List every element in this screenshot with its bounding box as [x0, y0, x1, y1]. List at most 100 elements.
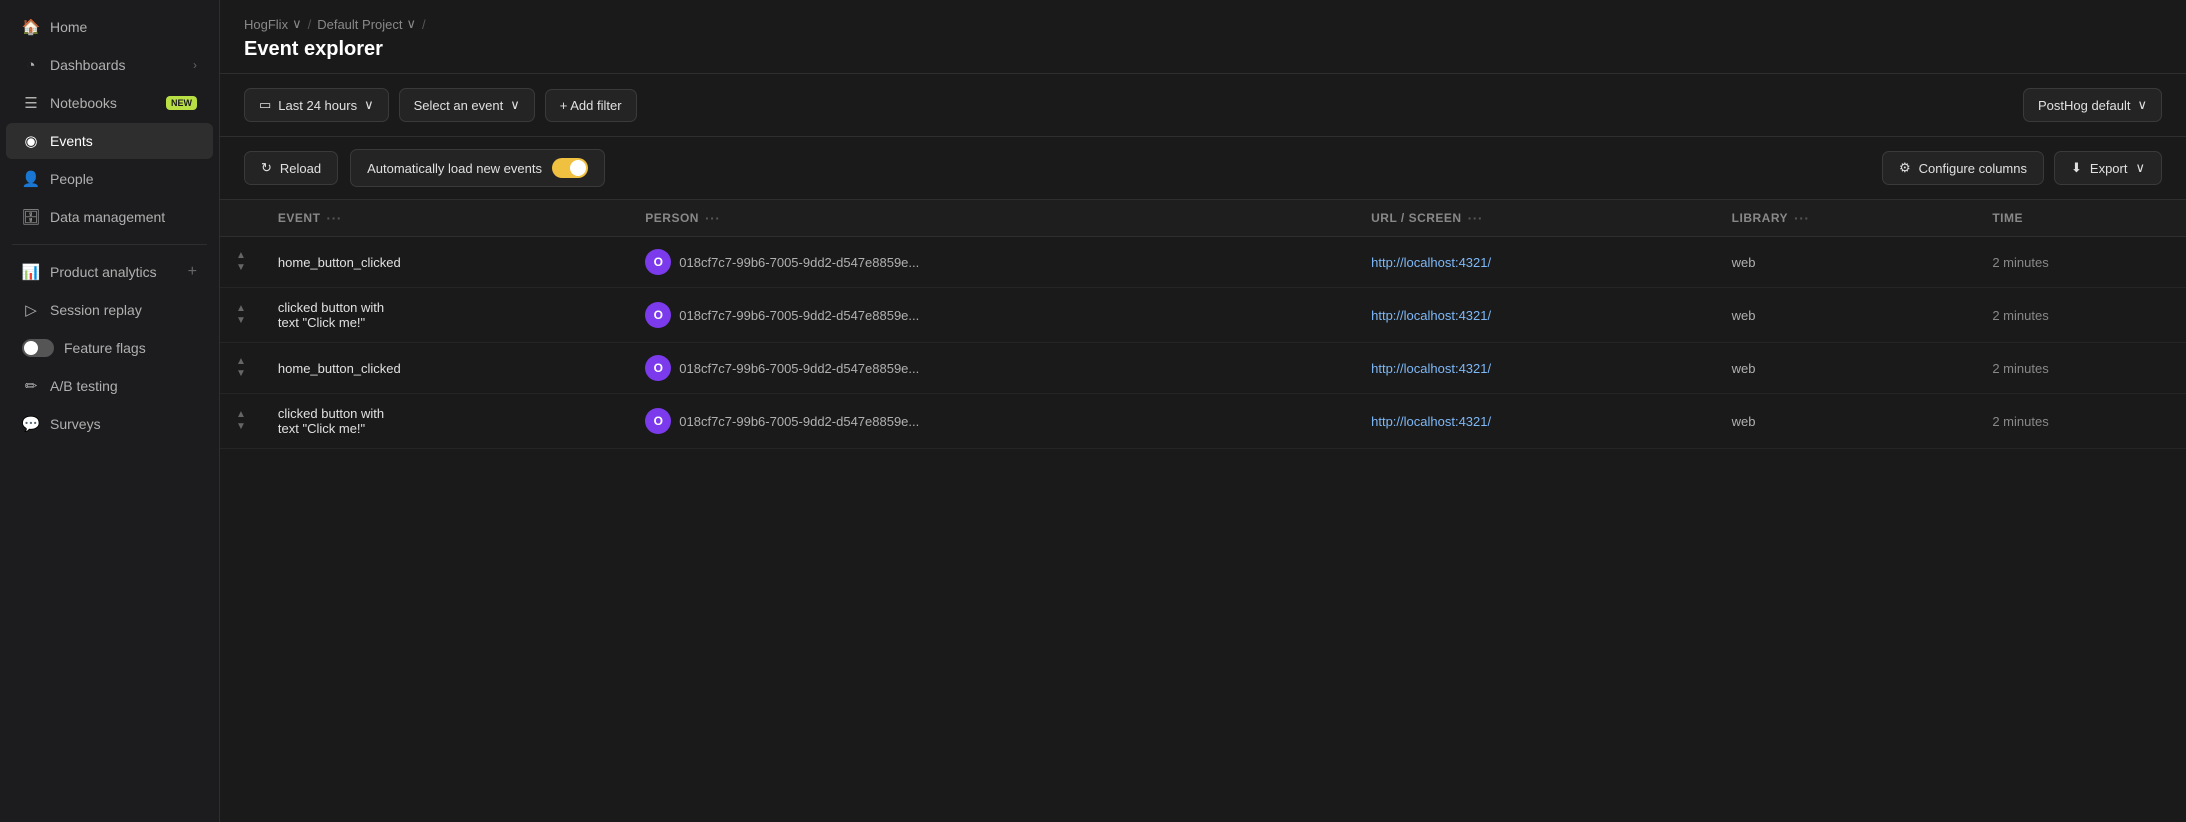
sidebar-item-people[interactable]: 👤 People	[6, 161, 213, 197]
breadcrumb: HogFlix ∨ / Default Project ∨ /	[244, 16, 2162, 32]
sidebar-item-session-replay[interactable]: ▷ Session replay	[6, 292, 213, 328]
person-cell: O018cf7c7-99b6-7005-9dd2-d547e8859e...	[629, 343, 1355, 394]
sidebar-divider	[12, 244, 207, 245]
person-col-options[interactable]: ···	[705, 210, 721, 226]
th-event-label: EVENT	[278, 211, 321, 225]
event-col-options[interactable]: ···	[326, 210, 342, 226]
expand-button[interactable]: ▲▼	[236, 251, 246, 273]
avatar: O	[645, 302, 671, 328]
event-select-button[interactable]: Select an event ∨	[399, 88, 535, 122]
add-icon[interactable]: +	[188, 263, 197, 281]
chevron-down-icon: ∨	[292, 16, 302, 32]
people-icon: 👤	[22, 170, 40, 188]
sidebar-item-data-management[interactable]: 🗄 Data management	[6, 199, 213, 235]
breadcrumb-hogflix[interactable]: HogFlix ∨	[244, 16, 302, 32]
toolbar2-right: ⚙ Configure columns ⬇ Export ∨	[1882, 151, 2162, 185]
library-col-options[interactable]: ···	[1794, 210, 1810, 226]
event-name: home_button_clicked	[278, 361, 401, 376]
time-value: 2 minutes	[1992, 308, 2048, 323]
posthog-default-label: PostHog default	[2038, 98, 2131, 113]
breadcrumb-separator: /	[422, 17, 426, 32]
time-cell: 2 minutes	[1976, 343, 2186, 394]
sidebar-item-home[interactable]: 🏠 Home	[6, 9, 213, 45]
sidebar-item-product-analytics[interactable]: 📊 Product analytics +	[6, 254, 213, 290]
table-row[interactable]: ▲▼ home_button_clicked O018cf7c7-99b6-7005…	[220, 343, 2186, 394]
event-name: clicked button withtext "Click me!"	[278, 300, 384, 330]
time-cell: 2 minutes	[1976, 394, 2186, 449]
auto-load-container: Automatically load new events	[350, 149, 605, 187]
avatar: O	[645, 408, 671, 434]
add-filter-button[interactable]: + Add filter	[545, 89, 637, 122]
url-cell: http://localhost:4321/	[1355, 237, 1716, 288]
url-cell: http://localhost:4321/	[1355, 343, 1716, 394]
sidebar-item-label: Events	[50, 133, 197, 149]
table-row[interactable]: ▲▼ clicked button withtext "Click me!" O 01…	[220, 394, 2186, 449]
events-table-container[interactable]: EVENT ··· PERSON ··· URL / SCREEN	[220, 200, 2186, 822]
configure-columns-label: Configure columns	[1919, 161, 2027, 176]
toolbar-actions: ↻ Reload Automatically load new events ⚙…	[220, 137, 2186, 200]
th-time: TIME	[1976, 200, 2186, 237]
th-expand	[220, 200, 262, 237]
chevron-down-icon: ∨	[406, 16, 416, 32]
sidebar: 🏠 Home ◔ Dashboards › ☰ Notebooks NEW ◉ …	[0, 0, 220, 822]
library-value: web	[1732, 255, 1756, 270]
library-value: web	[1732, 361, 1756, 376]
sidebar-item-feature-flags[interactable]: Feature flags	[6, 330, 213, 366]
person-id: 018cf7c7-99b6-7005-9dd2-d547e8859e...	[679, 414, 919, 429]
chevron-down-icon: ›	[193, 58, 197, 72]
row-expand-cell: ▲▼	[220, 288, 262, 343]
avatar: O	[645, 249, 671, 275]
configure-columns-button[interactable]: ⚙ Configure columns	[1882, 151, 2044, 185]
export-label: Export	[2090, 161, 2128, 176]
events-icon: ◉	[22, 132, 40, 150]
breadcrumb-separator: /	[308, 17, 312, 32]
library-value: web	[1732, 414, 1756, 429]
sidebar-item-dashboards[interactable]: ◔ Dashboards ›	[6, 47, 213, 83]
breadcrumb-label: HogFlix	[244, 17, 288, 32]
time-filter-button[interactable]: ▭ Last 24 hours ∨	[244, 88, 389, 122]
th-url: URL / SCREEN ···	[1355, 200, 1716, 237]
time-value: 2 minutes	[1992, 255, 2048, 270]
time-cell: 2 minutes	[1976, 288, 2186, 343]
th-library-label: LIBRARY	[1732, 211, 1788, 225]
time-value: 2 minutes	[1992, 414, 2048, 429]
toolbar-right: PostHog default ∨	[2023, 88, 2162, 122]
sidebar-item-label: Dashboards	[50, 57, 183, 73]
reload-button[interactable]: ↻ Reload	[244, 151, 338, 185]
table-row[interactable]: ▲▼clicked button withtext "Click me!"O01…	[220, 288, 2186, 343]
url-value: http://localhost:4321/	[1371, 361, 1491, 376]
export-button[interactable]: ⬇ Export ∨	[2054, 151, 2162, 185]
avatar: O	[645, 355, 671, 381]
configure-icon: ⚙	[1899, 160, 1911, 176]
table-row[interactable]: ▲▼home_button_clickedO018cf7c7-99b6-7005…	[220, 237, 2186, 288]
sidebar-item-ab-testing[interactable]: ✏ A/B testing	[6, 368, 213, 404]
expand-button[interactable]: ▲▼	[236, 357, 246, 379]
table-header-row: EVENT ··· PERSON ··· URL / SCREEN	[220, 200, 2186, 237]
calendar-icon: ▭	[259, 97, 271, 113]
export-icon: ⬇	[2071, 160, 2082, 176]
url-cell: http://localhost:4321/	[1355, 394, 1716, 449]
time-filter-label: Last 24 hours	[278, 98, 357, 113]
breadcrumb-project[interactable]: Default Project ∨	[317, 16, 416, 32]
posthog-default-button[interactable]: PostHog default ∨	[2023, 88, 2162, 122]
expand-button[interactable]: ▲▼	[236, 304, 246, 326]
event-cell: home_button_clicked	[262, 343, 629, 394]
sidebar-item-label: Session replay	[50, 302, 197, 318]
dashboards-icon: ◔	[22, 56, 40, 74]
event-name: clicked button withtext "Click me!"	[278, 406, 384, 436]
url-value: http://localhost:4321/	[1371, 308, 1491, 323]
add-filter-label: + Add filter	[560, 98, 622, 113]
expand-button[interactable]: ▲▼	[236, 410, 246, 432]
url-col-options[interactable]: ···	[1468, 210, 1484, 226]
library-cell: web	[1716, 343, 1977, 394]
person-cell: O018cf7c7-99b6-7005-9dd2-d547e8859e...	[629, 237, 1355, 288]
sidebar-item-surveys[interactable]: 💬 Surveys	[6, 406, 213, 442]
auto-load-toggle[interactable]	[552, 158, 588, 178]
sidebar-item-events[interactable]: ◉ Events	[6, 123, 213, 159]
surveys-icon: 💬	[22, 415, 40, 433]
library-cell: web	[1716, 288, 1977, 343]
sidebar-item-notebooks[interactable]: ☰ Notebooks NEW	[6, 85, 213, 121]
main-content: HogFlix ∨ / Default Project ∨ / Event ex…	[220, 0, 2186, 822]
reload-icon: ↻	[261, 160, 272, 176]
breadcrumb-label: Default Project	[317, 17, 402, 32]
